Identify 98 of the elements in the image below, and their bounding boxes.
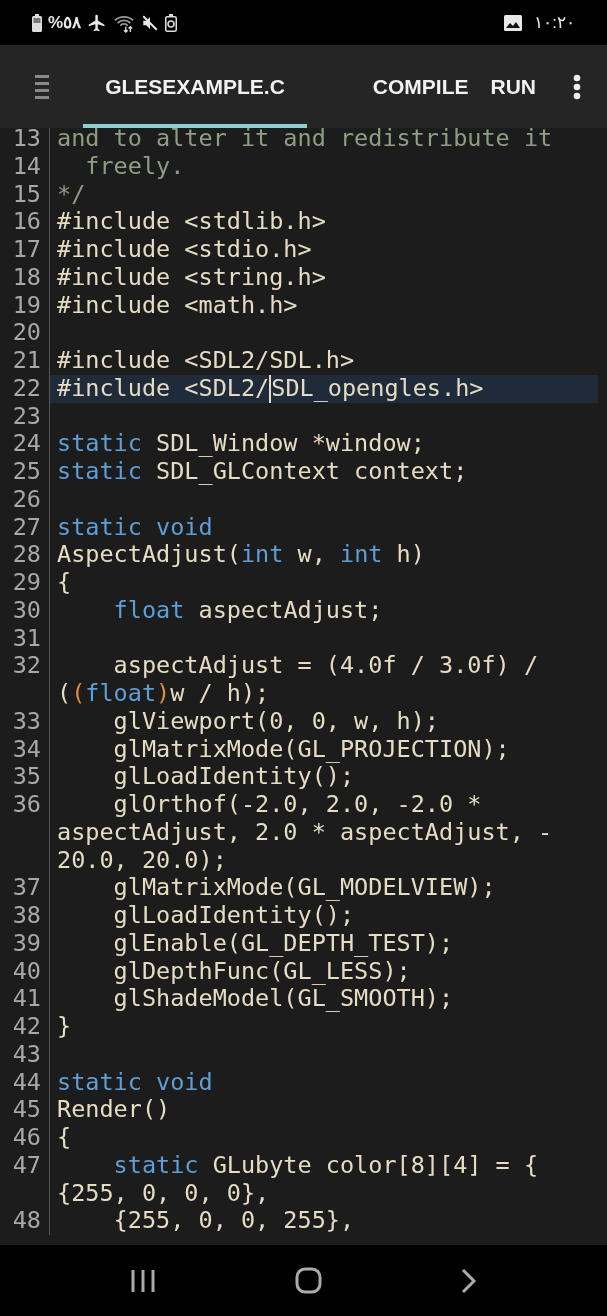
code-text: #include <math.h> [57,291,298,320]
line-number: 43 [12,1039,41,1068]
battery-percentage: %٥٨ [48,11,82,34]
line-number: 33 [12,706,41,735]
home-icon[interactable] [295,1267,322,1294]
line-number: 34 [12,734,41,763]
code-text: w / h); [170,680,270,708]
battery-icon [32,13,42,32]
line-number: 25 [12,457,41,485]
line-number: 28 [12,540,41,569]
line-number: 21 [12,346,41,374]
menu-button[interactable] [32,72,51,101]
code-text: glShadeModel(GL_SMOOTH); [112,985,454,1013]
line-number: 45 [12,1095,41,1124]
line-number: 13 [12,128,41,152]
code-text: SDL_GLContext context; [155,458,468,486]
code-text: glLoadIdentity(); [112,763,355,791]
recent-apps-icon[interactable] [129,1268,156,1293]
code-text: aspectAdjust, 2.0 * aspectAdjust, - [57,818,553,847]
code-text: aspectAdjust = (4.0f / 3.0f) / [112,652,539,680]
code-text: and to alter it and redistribute it [57,128,553,153]
code-text: int [340,541,383,569]
line-number: 15 [12,179,41,208]
line-number: 47 [12,1150,41,1179]
line-number: 46 [12,1123,41,1151]
line-number: 48 [12,1206,41,1235]
code-text: freely. [84,152,185,181]
line-number: 19 [12,290,41,319]
toolbar-action[interactable]: COMPILE [361,62,480,111]
line-number: 37 [12,873,41,902]
line-number: 44 [12,1067,41,1096]
code-text: #include <SDL2/SDL.h> [57,347,355,375]
code-text: #include <stdlib.h> [57,208,326,236]
line-number: 39 [12,928,41,957]
code-text: #include <string.h> [57,263,326,292]
code-text: glMatrixMode(GL_MODELVIEW); [112,874,496,902]
code-text: 20.0, 20.0); [57,846,227,875]
line-number: 26 [12,484,41,513]
line-number: 35 [12,762,41,791]
toolbar-action[interactable]: RUN [479,62,547,111]
code-text: float [112,596,185,625]
code-text: w, [296,541,327,569]
code-text: { [57,1124,72,1152]
line-number: 22 [12,373,41,402]
code-text: } [57,1013,72,1041]
code-text: Render() [57,1096,171,1124]
line-number: 18 [12,262,41,291]
code-text: glEnable(GL_DEPTH_TEST); [112,929,454,958]
code-text: static [57,430,142,458]
code-text: glMatrixMode(GL_PROJECTION); [112,735,510,764]
line-number: 14 [12,151,41,180]
battery-saver-icon [165,13,178,32]
line-number: 38 [12,901,41,929]
airplane-icon [87,12,108,33]
code-text: { [57,569,72,597]
clock: ١٠:٢٠ [534,11,575,34]
code-text: ( [57,680,72,708]
line-number: 17 [12,235,41,263]
mute-icon [141,13,160,32]
line-number: 24 [12,429,41,458]
code-text: */ [57,180,86,209]
more-options-icon[interactable] [573,73,581,100]
line-number: 16 [12,207,41,236]
code-text: {255, 0, 0, 255}, [112,1207,355,1235]
code-text: aspectAdjust; [197,596,383,625]
code-text: SDL_Window *window; [155,430,425,458]
code-text: static [112,1151,199,1180]
code-text: SDL_opengles.h> [269,374,484,403]
line-number: 30 [12,595,41,624]
line-number: 32 [12,651,41,680]
image-icon [504,14,523,31]
line-number: 20 [12,318,41,347]
line-number: 31 [12,623,41,652]
line-number: 23 [12,401,41,430]
code-text: #include <stdio.h> [57,236,312,264]
line-number: 27 [12,512,41,541]
code-text: glLoadIdentity(); [112,902,355,930]
code-text: {255, 0, 0, 0}, [57,1179,270,1208]
code-text: float [85,680,157,708]
back-icon[interactable] [461,1267,478,1294]
code-text: ) [156,680,171,708]
code-text: glOrthof(-2.0, 2.0, -2.0 * [112,791,482,819]
code-text: ( [71,680,86,708]
code-text: static void [57,513,213,542]
line-number: 36 [12,790,41,818]
line-number: 41 [12,984,41,1013]
code-text: #include <SDL2/ [57,374,270,403]
code-text: int [240,541,284,569]
code-text: static [57,458,142,486]
code-text: h) [395,541,425,569]
code-text: glViewport(0, 0, w, h); [112,707,439,736]
line-number: 40 [12,956,41,985]
code-text: AspectAdjust( [57,541,241,569]
code-text: glDepthFunc(GL_LESS); [112,957,411,986]
code-text: GLubyte color[8][4] = { [211,1151,539,1180]
code-text: static void [57,1068,213,1097]
line-number: 42 [12,1012,41,1040]
line-number: 29 [12,568,41,596]
